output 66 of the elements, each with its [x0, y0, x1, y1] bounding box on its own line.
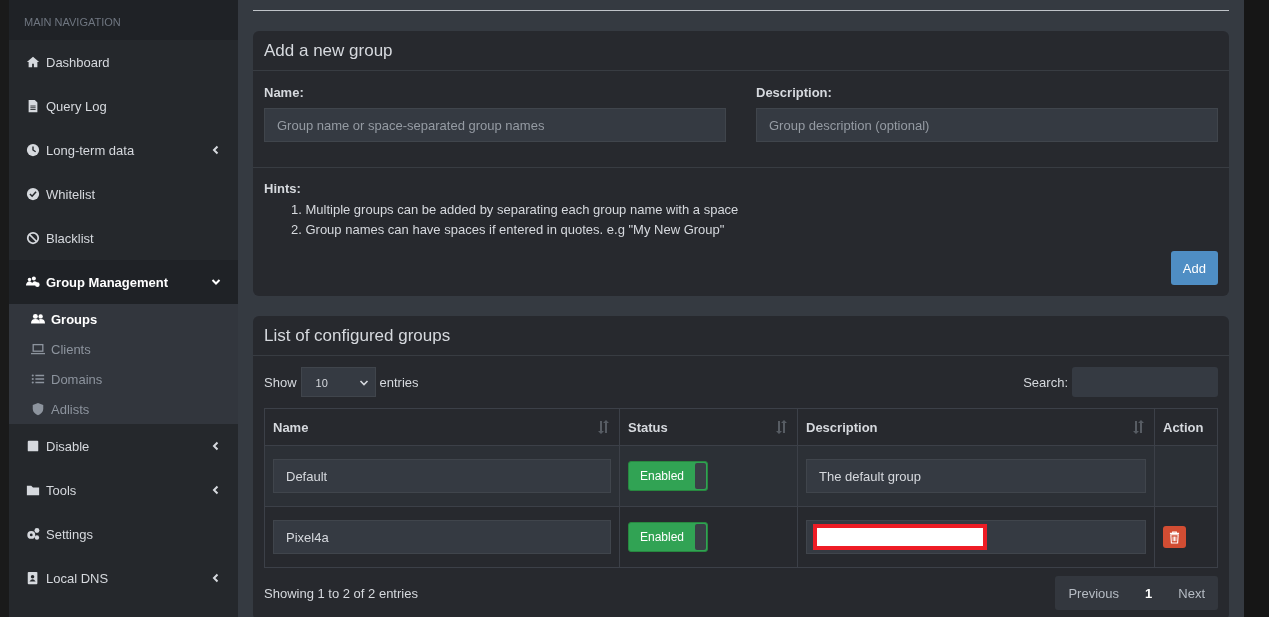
trash-icon	[1169, 530, 1180, 544]
sidebar-item[interactable]: Settings	[9, 512, 238, 556]
users-icon	[30, 312, 46, 326]
list-icon	[30, 372, 46, 386]
hints-title: Hints:	[264, 181, 302, 196]
name-field[interactable]: Default	[273, 459, 611, 493]
home-icon	[26, 55, 40, 69]
field-label: Name:	[264, 85, 305, 100]
sort-icon	[775, 420, 789, 434]
folder-icon	[26, 483, 40, 497]
ban-icon	[26, 231, 40, 245]
laptop-icon	[30, 342, 46, 356]
hint-text: 2. Group names can have spaces if entered in quotes. e.g "My New Group"	[290, 221, 726, 239]
field-label: Description:	[756, 85, 833, 100]
add-button[interactable]: Add	[1170, 251, 1218, 285]
show-label: Show	[264, 374, 297, 390]
pagination-link[interactable]: 1	[1132, 585, 1166, 601]
chevron-down-icon	[211, 277, 221, 287]
column-header[interactable]: Name	[264, 408, 620, 446]
sidebar-item[interactable]: Dashboard	[9, 40, 238, 84]
clock-icon	[26, 143, 40, 157]
chevron-left-icon	[211, 441, 221, 451]
submenu-item[interactable]: Clients	[9, 334, 238, 364]
search-label: Search:	[1023, 374, 1068, 390]
sort-icon	[1132, 420, 1146, 434]
sidebar-item[interactable]: Whitelist	[9, 172, 238, 216]
square-icon	[26, 439, 40, 453]
pagination-link[interactable]: Previous	[1055, 585, 1133, 601]
document-icon	[26, 99, 40, 113]
submenu-item[interactable]: Groups	[9, 304, 238, 334]
panel-title: Add a new group	[264, 41, 394, 60]
entries-label: entries	[379, 374, 419, 390]
sidebar-item[interactable]: Group Management	[9, 260, 238, 304]
sidebar-item[interactable]: Disable	[9, 424, 238, 468]
gears-icon	[26, 527, 40, 541]
pagination-link[interactable]: Next	[1165, 585, 1218, 601]
sidebar-item[interactable]: Blacklist	[9, 216, 238, 260]
address-book-icon	[26, 571, 40, 585]
users-gear-icon	[26, 275, 40, 289]
column-header[interactable]: Description	[797, 408, 1155, 446]
sort-icon	[597, 420, 611, 434]
description-field[interactable]	[806, 520, 1146, 554]
sidebar-item[interactable]: Long-term data	[9, 128, 238, 172]
sidebar-item[interactable]: Tools	[9, 468, 238, 512]
shield-icon	[30, 402, 46, 416]
column-header[interactable]: Status	[619, 408, 798, 446]
name-field[interactable]: Pixel4a	[273, 520, 611, 554]
check-circle-icon	[26, 187, 40, 201]
column-header[interactable]: Action	[1154, 408, 1218, 446]
table-info: Showing 1 to 2 of 2 entries	[264, 585, 418, 601]
page-size-select[interactable]: 10	[300, 367, 376, 397]
chevron-left-icon	[211, 573, 221, 583]
delete-button[interactable]	[1163, 526, 1186, 548]
description-field[interactable]: The default group	[806, 459, 1146, 493]
submenu-item[interactable]: Domains	[9, 364, 238, 394]
chevron-left-icon	[211, 145, 221, 155]
chevron-down-icon	[358, 378, 369, 388]
nav-header: MAIN NAVIGATION	[9, 0, 238, 40]
hint-text: 1. Multiple groups can be added by separating each group name with a space	[290, 201, 740, 219]
sidebar-item[interactable]: Query Log	[9, 84, 238, 128]
chevron-left-icon	[211, 485, 221, 495]
name-input-field[interactable]: Group name or space-separated group names	[264, 108, 726, 142]
submenu-item[interactable]: Adlists	[9, 394, 238, 424]
description-input-field[interactable]: Group description (optional)	[756, 108, 1218, 142]
panel-title: List of configured groups	[264, 326, 452, 345]
sidebar-item[interactable]: Local DNS	[9, 556, 238, 600]
